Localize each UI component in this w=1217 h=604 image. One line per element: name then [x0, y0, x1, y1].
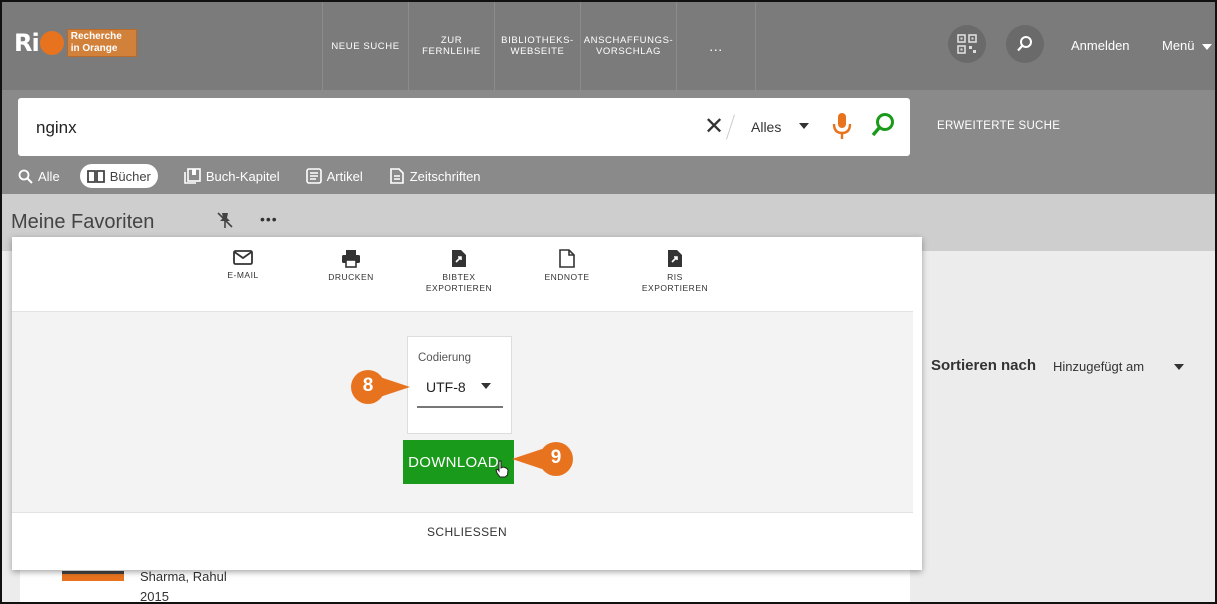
- download-button[interactable]: DOWNLOAD: [403, 440, 514, 484]
- ris-export-action[interactable]: RIS EXPORTIEREN: [630, 249, 720, 294]
- file-export-icon: [668, 250, 682, 267]
- article-icon: [305, 168, 322, 184]
- tab-book-chapters[interactable]: Buch-Kapitel: [184, 164, 280, 188]
- app-frame: Ri Recherche in Orange NEUE SUCHE ZUR FE…: [0, 0, 1217, 604]
- bibtex-export-action[interactable]: BIBTEX EXPORTIEREN: [414, 249, 504, 294]
- microphone-icon[interactable]: [831, 111, 853, 146]
- tab-all-label: Alle: [38, 168, 60, 184]
- search-toggle-button[interactable]: [1006, 25, 1044, 63]
- top-bar: Ri Recherche in Orange NEUE SUCHE ZUR FE…: [2, 2, 1215, 90]
- scope-caret-icon[interactable]: [799, 123, 809, 129]
- envelope-icon: [233, 250, 253, 265]
- tab-books[interactable]: Bücher: [79, 164, 158, 188]
- tab-all[interactable]: Alle: [18, 164, 60, 188]
- ris-label-2: EXPORTIEREN: [641, 283, 709, 293]
- search-submit-icon[interactable]: [870, 112, 896, 145]
- nav-library-website[interactable]: BIBLIOTHEKS- WEBSEITE: [494, 2, 580, 90]
- bibtex-label-2: EXPORTIEREN: [425, 283, 493, 293]
- export-options-panel: Codierung UTF-8 DOWNLOAD: [12, 311, 913, 513]
- email-label: E-MAIL: [227, 270, 259, 280]
- search-input[interactable]: nginx: [36, 118, 77, 138]
- logo-text: Ri: [14, 29, 40, 57]
- sort-select[interactable]: Hinzugefügt am: [1053, 359, 1144, 374]
- search-scope-select[interactable]: Alles: [751, 119, 781, 135]
- page-title: Meine Favoriten: [11, 211, 155, 233]
- bibtex-label-1: BIBTEX: [442, 272, 476, 282]
- ris-label-1: RIS: [667, 272, 683, 282]
- download-label: DOWNLOAD: [408, 453, 499, 471]
- print-action[interactable]: DRUCKEN: [306, 249, 396, 283]
- search-icon: [1017, 36, 1032, 52]
- search-area: nginx ✕ Alles ERWEITERTE SUCHE Alle Büch…: [2, 90, 1215, 194]
- print-label: DRUCKEN: [328, 272, 374, 282]
- encoding-caret-icon[interactable]: [481, 383, 491, 389]
- tagline-line-2: in Orange: [70, 43, 118, 54]
- export-actions-row: E-MAIL DRUCKEN BIBTEX EXPORTIEREN ENDNOT…: [12, 237, 922, 311]
- printer-icon: [342, 250, 360, 268]
- tab-journals-label: Zeitschriften: [409, 168, 481, 184]
- endnote-label: ENDNOTE: [544, 272, 590, 282]
- advanced-search-link[interactable]: ERWEITERTE SUCHE: [937, 120, 1060, 132]
- tab-articles-label: Artikel: [326, 168, 363, 184]
- login-link[interactable]: Anmelden: [1071, 38, 1130, 53]
- qr-code-icon: [957, 34, 977, 54]
- select-underline: [417, 406, 503, 408]
- favorites-more-button[interactable]: •••: [260, 211, 278, 227]
- unpin-icon[interactable]: [216, 211, 234, 234]
- search-icon: [18, 169, 33, 184]
- journal-icon: [389, 168, 404, 184]
- caret-down-icon: [1202, 43, 1213, 50]
- callout-number-9: 9: [550, 447, 562, 468]
- encoding-value[interactable]: UTF-8: [426, 379, 466, 395]
- clear-search-icon[interactable]: ✕: [704, 112, 724, 141]
- menu-button[interactable]: Menü: [1162, 38, 1213, 53]
- main-nav: NEUE SUCHE ZUR FERNLEIHE BIBLIOTHEKS- WE…: [322, 2, 756, 90]
- close-button[interactable]: SCHLIESSEN: [12, 525, 922, 539]
- logo-circle-icon: [39, 31, 64, 55]
- step-callout-9: 9: [510, 441, 573, 476]
- sort-label: Sortieren nach: [931, 357, 1037, 374]
- tab-book-chapters-label: Buch-Kapitel: [205, 168, 280, 184]
- encoding-select[interactable]: Codierung UTF-8: [407, 336, 512, 434]
- hand-cursor-icon: [495, 460, 509, 478]
- open-book-icon: [86, 169, 105, 183]
- email-action[interactable]: E-MAIL: [198, 249, 288, 281]
- sort-caret-icon[interactable]: [1174, 364, 1184, 370]
- tab-books-label: Bücher: [109, 168, 151, 184]
- file-icon: [559, 249, 575, 268]
- logo[interactable]: Ri Recherche in Orange: [14, 28, 141, 58]
- search-box: nginx ✕ Alles: [18, 98, 910, 156]
- endnote-action[interactable]: ENDNOTE: [522, 249, 612, 283]
- menu-label: Menü: [1162, 38, 1195, 53]
- book-cover-thumbnail[interactable]: [62, 571, 124, 581]
- search-divider: [726, 114, 735, 140]
- book-chapter-icon: [184, 168, 201, 184]
- tab-articles[interactable]: Artikel: [305, 164, 363, 188]
- nav-more-button[interactable]: ...: [676, 2, 756, 90]
- nav-new-search[interactable]: NEUE SUCHE: [322, 2, 408, 90]
- qr-code-button[interactable]: [948, 25, 986, 63]
- encoding-label: Codierung: [418, 352, 472, 364]
- nav-acquisition-suggestion[interactable]: ANSCHAFFUNGS- VORSCHLAG: [580, 2, 676, 90]
- search-type-tabs: Alle Bücher Buch-Kapitel Artikel Zeitsch…: [18, 164, 507, 188]
- logo-tagline: Recherche in Orange: [66, 29, 137, 57]
- list-item-year: 2015: [140, 589, 169, 604]
- nav-interlibrary-loan[interactable]: ZUR FERNLEIHE: [408, 2, 494, 90]
- export-popup: E-MAIL DRUCKEN BIBTEX EXPORTIEREN ENDNOT…: [12, 237, 922, 570]
- list-item-author: Sharma, Rahul: [140, 569, 227, 584]
- sort-panel: [922, 251, 1215, 602]
- tab-journals[interactable]: Zeitschriften: [389, 164, 481, 188]
- file-export-icon: [452, 250, 466, 267]
- callout-number-8: 8: [362, 375, 374, 396]
- tagline-line-1: Recherche: [70, 31, 122, 42]
- step-callout-8: 8: [350, 369, 410, 404]
